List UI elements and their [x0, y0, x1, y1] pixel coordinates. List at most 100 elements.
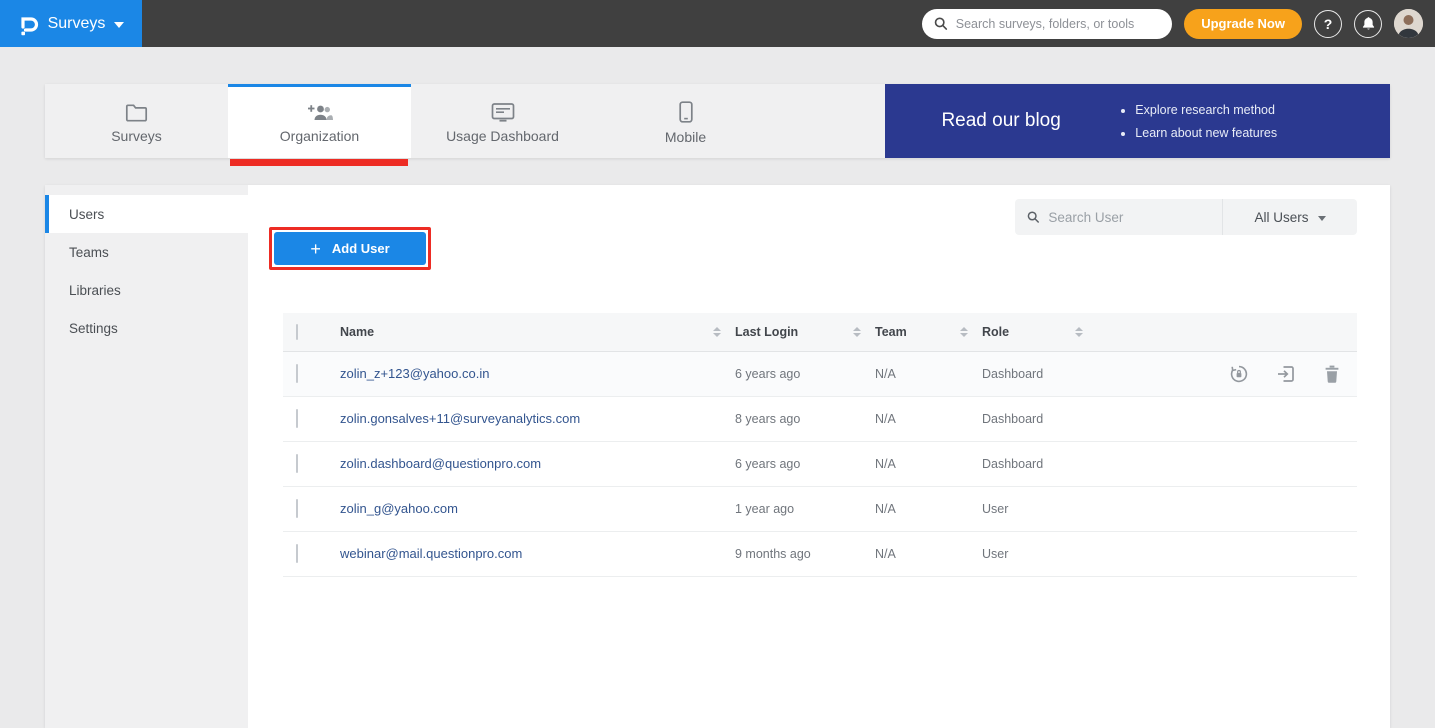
login-as-user-icon[interactable] — [1276, 364, 1296, 384]
sidebar-item-teams[interactable]: Teams — [45, 233, 248, 271]
blog-promo-panel[interactable]: Read our blog Explore research method Le… — [885, 84, 1390, 158]
column-header-last-login: Last Login — [735, 325, 798, 339]
user-search-filter: All Users — [1015, 199, 1357, 235]
topbar-actions: Upgrade Now ? — [922, 9, 1435, 39]
tab-mobile[interactable]: Mobile — [594, 84, 777, 158]
column-header-role: Role — [982, 325, 1009, 339]
sidebar-item-label: Libraries — [69, 283, 121, 298]
row-actions — [1097, 364, 1357, 384]
sort-icon[interactable] — [853, 327, 861, 337]
team-cell: N/A — [875, 547, 982, 561]
table-header-row: Name Last Login Team Role — [283, 313, 1357, 352]
role-cell: Dashboard — [982, 457, 1097, 471]
tab-usage-dashboard[interactable]: Usage Dashboard — [411, 84, 594, 158]
blog-title: Read our blog — [885, 110, 1117, 132]
mobile-icon — [679, 101, 693, 123]
sidebar-item-label: Settings — [69, 321, 118, 336]
tab-surveys[interactable]: Surveys — [45, 84, 228, 158]
tab-label: Mobile — [665, 129, 706, 145]
blog-bullet: Learn about new features — [1135, 126, 1277, 140]
row-checkbox[interactable] — [296, 364, 298, 383]
last-login-cell: 6 years ago — [735, 457, 875, 471]
annotation-box: + Add User — [269, 227, 431, 270]
user-search-input[interactable] — [1048, 210, 1210, 225]
question-mark-icon: ? — [1324, 16, 1333, 32]
module-tabs: Surveys Organization Usage Dashboard Mob… — [45, 84, 1390, 158]
row-checkbox[interactable] — [296, 409, 298, 428]
sort-icon[interactable] — [1075, 327, 1083, 337]
tab-label: Organization — [280, 128, 359, 144]
column-header-name: Name — [340, 325, 374, 339]
blog-bullet-list: Explore research method Learn about new … — [1117, 103, 1277, 140]
user-name-link[interactable]: zolin_z+123@yahoo.co.in — [340, 366, 489, 381]
add-users-icon — [306, 102, 333, 122]
blog-bullet: Explore research method — [1135, 103, 1277, 117]
chevron-down-icon — [1318, 216, 1326, 221]
tab-organization[interactable]: Organization — [228, 84, 411, 158]
sidebar-item-label: Teams — [69, 245, 109, 260]
column-header-team: Team — [875, 325, 907, 339]
row-checkbox[interactable] — [296, 499, 298, 518]
sort-icon[interactable] — [713, 327, 721, 337]
organization-sidebar: Users Teams Libraries Settings — [45, 185, 248, 728]
user-name-link[interactable]: zolin.dashboard@questionpro.com — [340, 456, 541, 471]
help-button[interactable]: ? — [1314, 10, 1342, 38]
add-user-button[interactable]: + Add User — [274, 232, 426, 265]
last-login-cell: 6 years ago — [735, 367, 875, 381]
role-cell: Dashboard — [982, 412, 1097, 426]
global-search-input[interactable] — [956, 17, 1160, 31]
team-cell: N/A — [875, 367, 982, 381]
add-user-label: Add User — [332, 241, 390, 256]
table-row: zolin_g@yahoo.com 1 year ago N/A User — [283, 487, 1357, 532]
user-name-link[interactable]: zolin.gonsalves+11@surveyanalytics.com — [340, 411, 580, 426]
team-cell: N/A — [875, 502, 982, 516]
table-row: zolin.dashboard@questionpro.com 6 years … — [283, 442, 1357, 487]
search-icon — [934, 16, 948, 31]
role-cell: Dashboard — [982, 367, 1097, 381]
user-filter-dropdown[interactable]: All Users — [1223, 199, 1357, 235]
role-cell: User — [982, 502, 1097, 516]
sidebar-item-users[interactable]: Users — [45, 195, 248, 233]
team-cell: N/A — [875, 412, 982, 426]
tab-label: Surveys — [111, 128, 162, 144]
reset-password-icon[interactable] — [1229, 364, 1249, 384]
plus-icon: + — [310, 240, 321, 258]
user-filter-value: All Users — [1254, 210, 1308, 225]
product-switcher[interactable]: Surveys — [0, 0, 142, 47]
select-all-checkbox[interactable] — [296, 324, 298, 340]
sidebar-item-libraries[interactable]: Libraries — [45, 271, 248, 309]
avatar[interactable] — [1394, 9, 1423, 38]
team-cell: N/A — [875, 457, 982, 471]
user-name-link[interactable]: webinar@mail.questionpro.com — [340, 546, 522, 561]
notifications-button[interactable] — [1354, 10, 1382, 38]
last-login-cell: 9 months ago — [735, 547, 875, 561]
user-photo — [1394, 9, 1423, 38]
table-row: zolin_z+123@yahoo.co.in 6 years ago N/A … — [283, 352, 1357, 397]
row-checkbox[interactable] — [296, 454, 298, 473]
sidebar-item-settings[interactable]: Settings — [45, 309, 248, 347]
users-table: Name Last Login Team Role — [283, 313, 1357, 577]
top-navigation-bar: Surveys Upgrade Now ? — [0, 0, 1435, 47]
annotation-underline — [230, 159, 408, 166]
tabstrip-spacer — [777, 84, 885, 158]
folder-icon — [125, 102, 148, 122]
search-icon — [1027, 210, 1039, 224]
table-row: webinar@mail.questionpro.com 9 months ag… — [283, 532, 1357, 577]
organization-panel: Users Teams Libraries Settings All Users — [45, 185, 1390, 728]
product-label: Surveys — [48, 15, 106, 33]
role-cell: User — [982, 547, 1097, 561]
chevron-down-icon — [114, 22, 124, 28]
sidebar-item-label: Users — [69, 207, 104, 222]
user-search-box[interactable] — [1015, 199, 1223, 235]
last-login-cell: 1 year ago — [735, 502, 875, 516]
user-name-link[interactable]: zolin_g@yahoo.com — [340, 501, 458, 516]
tab-label: Usage Dashboard — [446, 128, 559, 144]
dashboard-icon — [491, 102, 515, 122]
upgrade-now-button[interactable]: Upgrade Now — [1184, 9, 1302, 39]
global-search[interactable] — [922, 9, 1172, 39]
bell-icon — [1361, 16, 1376, 32]
sort-icon[interactable] — [960, 327, 968, 337]
questionpro-logo — [18, 11, 39, 36]
row-checkbox[interactable] — [296, 544, 298, 563]
delete-icon[interactable] — [1323, 364, 1341, 384]
